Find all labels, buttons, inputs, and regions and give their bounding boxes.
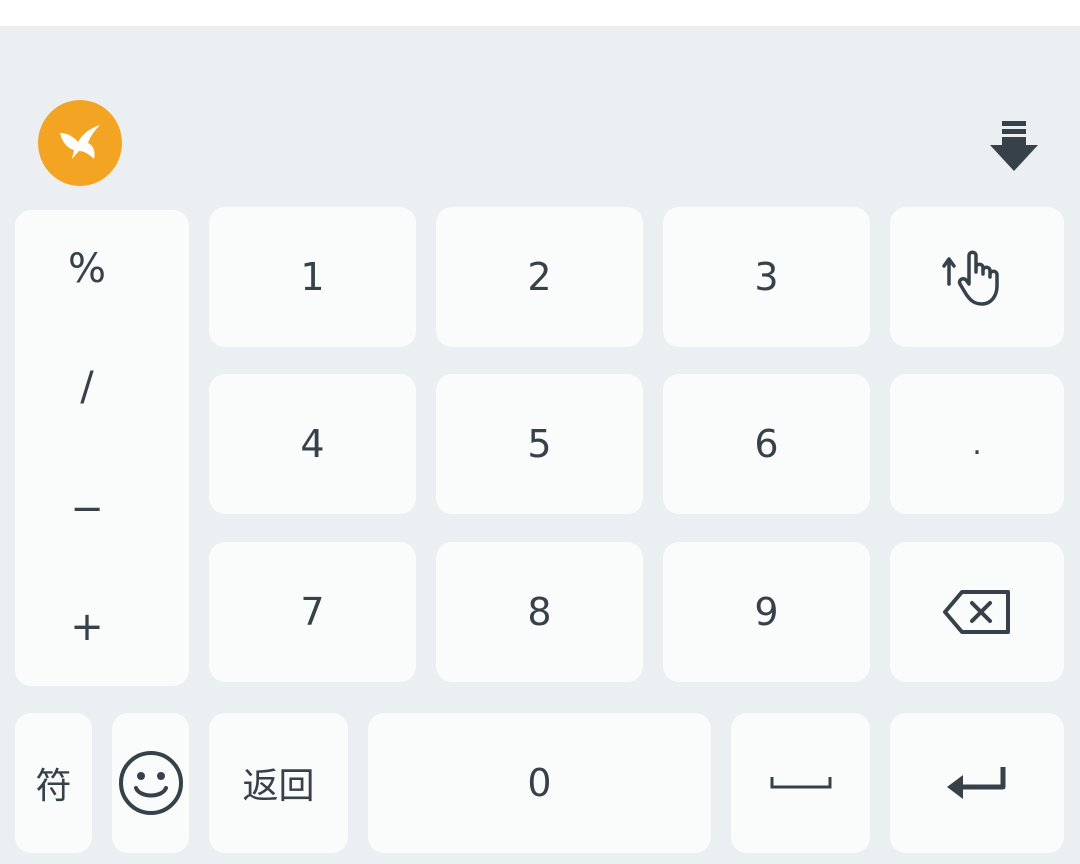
backspace-key[interactable] bbox=[890, 542, 1064, 682]
percent-key[interactable]: % bbox=[0, 246, 174, 292]
digit-key-8[interactable]: 8 bbox=[436, 542, 643, 682]
space-bar-icon bbox=[770, 777, 831, 789]
enter-key[interactable] bbox=[890, 713, 1064, 853]
enter-return-icon bbox=[947, 767, 1006, 799]
swipe-up-hand-icon bbox=[942, 250, 999, 306]
digit-key-1[interactable]: 1 bbox=[209, 207, 416, 347]
digit-key-3[interactable]: 3 bbox=[663, 207, 870, 347]
swipe-key[interactable] bbox=[890, 207, 1064, 347]
back-key[interactable]: 返回 bbox=[209, 713, 348, 853]
hummingbird-logo-icon[interactable] bbox=[38, 100, 122, 186]
digit-key-9[interactable]: 9 bbox=[663, 542, 870, 682]
keyboard-collapse-icon[interactable] bbox=[984, 118, 1044, 178]
digit-key-4[interactable]: 4 bbox=[209, 374, 416, 514]
backspace-icon bbox=[943, 590, 1010, 634]
emoji-key[interactable] bbox=[112, 713, 189, 853]
digit-key-2[interactable]: 2 bbox=[436, 207, 643, 347]
symbols-key[interactable]: 符 bbox=[15, 713, 92, 853]
smiley-emoji-icon bbox=[118, 751, 183, 815]
dot-key[interactable]: . bbox=[890, 374, 1064, 514]
digit-key-6[interactable]: 6 bbox=[663, 374, 870, 514]
space-key[interactable] bbox=[731, 713, 870, 853]
plus-key[interactable]: + bbox=[0, 604, 174, 650]
minus-key[interactable]: − bbox=[0, 486, 174, 532]
digit-key-5[interactable]: 5 bbox=[436, 374, 643, 514]
digit-key-7[interactable]: 7 bbox=[209, 542, 416, 682]
slash-key[interactable]: / bbox=[0, 364, 174, 410]
digit-key-0[interactable]: 0 bbox=[368, 713, 711, 853]
